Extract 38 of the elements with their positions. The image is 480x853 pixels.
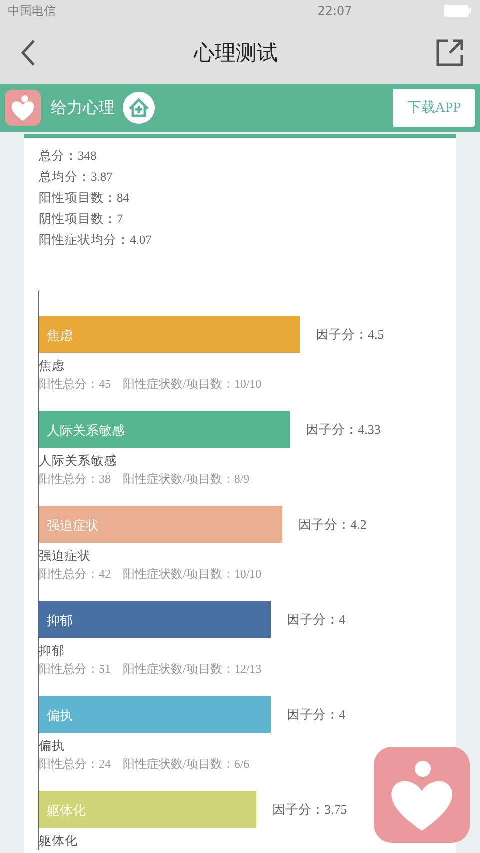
factor-detail: 阳性总分：24 阳性症状数/项目数：6/6 (39, 756, 251, 773)
bar-label: 强迫症状 (47, 518, 99, 533)
factor-title: 抑郁 (39, 643, 66, 660)
factor-score: 因子分：3.75 (272, 800, 348, 818)
factor-score: 因子分：4.5 (316, 326, 384, 344)
factor-title: 偏执 (39, 738, 66, 755)
factor-title: 躯体化 (39, 833, 79, 850)
brand-name: 给力心理 (51, 98, 115, 118)
factor-detail: 阳性总分：51 阳性症状数/项目数：12/13 (39, 661, 263, 678)
bar-label: 偏执 (47, 708, 73, 723)
factor-detail: 阳性总分：38 阳性症状数/项目数：8/9 (39, 471, 251, 488)
battery-icon (444, 5, 472, 17)
bar-label: 焦虑 (47, 328, 73, 343)
page-title: 心理测试 (194, 40, 278, 67)
factor-score: 因子分：4 (287, 706, 346, 724)
factor-score: 因子分：4.2 (298, 516, 367, 534)
factor-detail: 阳性总分：42 阳性症状数/项目数：10/10 (39, 566, 263, 583)
bar-label: 躯体化 (47, 803, 86, 818)
share-icon[interactable] (436, 39, 464, 67)
back-icon[interactable] (20, 39, 36, 67)
clock: 22:07 (316, 4, 354, 18)
summary-line: 总均分：3.87 (39, 169, 114, 186)
factor-title: 强迫症状 (39, 548, 92, 565)
factor-score: 因子分：4 (287, 610, 346, 628)
bar-label: 人际关系敏感 (47, 423, 125, 438)
factor-detail: 阳性总分：45 阳性症状数/项目数：10/10 (39, 376, 263, 393)
factor-title: 焦虑 (39, 358, 66, 375)
summary-line: 阳性项目数：84 (39, 190, 130, 207)
heart-logo-icon (5, 90, 41, 126)
carrier-name: 中国电信 (8, 2, 57, 20)
bar-label: 抑郁 (47, 613, 73, 628)
summary-line: 阴性项目数：7 (39, 211, 124, 228)
summary-line: 阳性症状均分：4.07 (39, 232, 153, 249)
factor-title: 人际关系敏感 (39, 453, 118, 470)
factor-score: 因子分：4.33 (306, 420, 381, 438)
download-app-button[interactable]: 下载APP (393, 89, 475, 127)
summary-line: 总分：348 (39, 148, 98, 165)
home-icon (123, 92, 155, 124)
